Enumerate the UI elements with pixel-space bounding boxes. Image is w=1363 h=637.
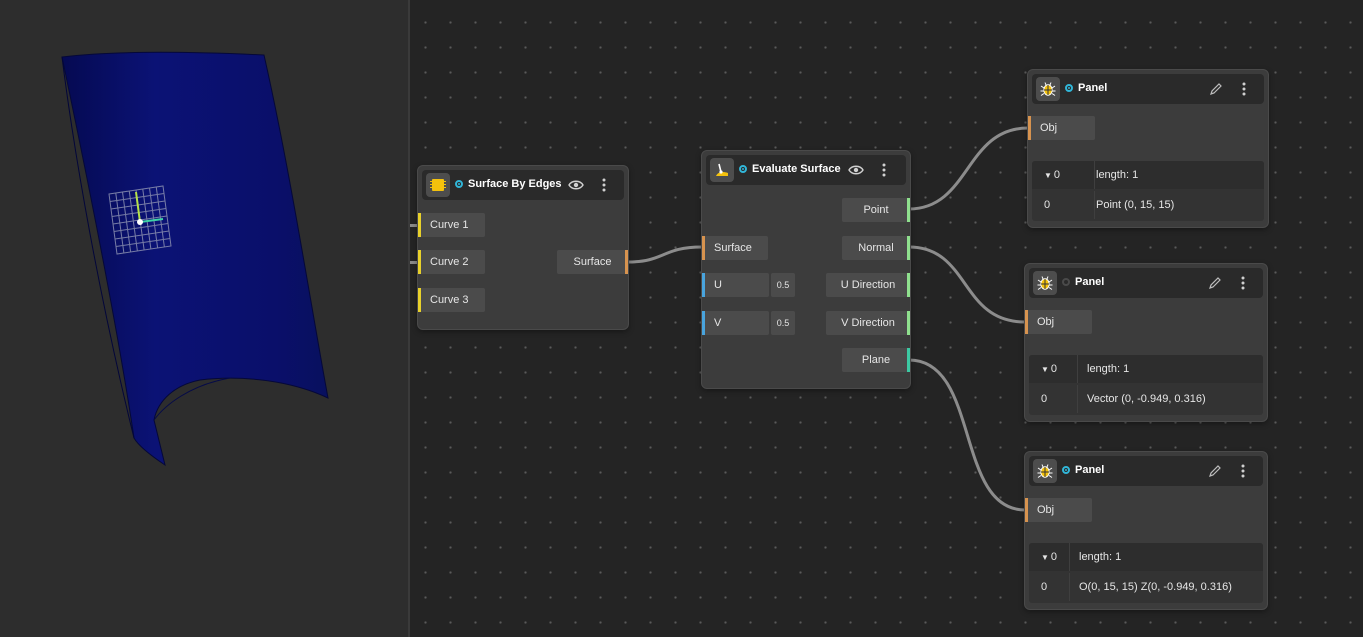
row-value: Point (0, 15, 15) [1096,199,1175,211]
input-port-obj[interactable]: Obj [1025,498,1092,522]
panel-value-row: 0 Point (0, 15, 15) [1032,191,1264,219]
node-panel-normal[interactable]: Panel Obj ▼ 0 length: 1 0 Vector (0, -0.9… [1024,263,1268,422]
panel-value-row: 0 Vector (0, -0.949, 0.316) [1029,385,1263,413]
pencil-icon[interactable] [1205,273,1225,293]
row-value: Vector (0, -0.949, 0.316) [1087,393,1206,405]
v-value-input[interactable]: 0.5 [771,311,795,335]
node-panel-point[interactable]: Panel Obj ▼ 0 length: 1 0 Point (0, 15, 1… [1027,69,1269,228]
panel-branch-row[interactable]: ▼ 0 length: 1 [1029,543,1263,571]
more-vertical-icon[interactable] [1233,273,1253,293]
branch-length: length: 1 [1087,363,1130,375]
branch-length: length: 1 [1079,551,1122,563]
eye-icon[interactable] [846,160,866,180]
node-panel-plane[interactable]: Panel Obj ▼ 0 length: 1 0 O(0, 15, 15) Z(… [1024,451,1268,610]
branch-index: 0 [1050,363,1058,375]
surface-mesh [61,51,329,467]
input-port-obj[interactable]: Obj [1025,310,1092,334]
branch-index: 0 [1050,551,1058,563]
status-indicator[interactable] [739,165,747,173]
pencil-icon[interactable] [1206,79,1226,99]
status-indicator[interactable] [455,180,463,188]
node-title: Panel [1075,276,1105,288]
input-port-obj[interactable]: Obj [1028,116,1095,140]
status-indicator[interactable] [1065,84,1073,92]
more-vertical-icon[interactable] [1234,79,1254,99]
panel-data-table: ▼ 0 length: 1 0 Vector (0, -0.949, 0.316) [1029,355,1263,415]
output-port-plane[interactable]: Plane [842,348,910,372]
node-title: Panel [1075,464,1105,476]
3d-viewport[interactable] [0,0,408,637]
node-title: Evaluate Surface [752,163,841,175]
status-indicator[interactable] [1062,466,1070,474]
eye-icon[interactable] [566,175,586,195]
pencil-icon[interactable] [1205,461,1225,481]
node-header[interactable]: Panel [1032,74,1264,104]
evaluated-point [137,219,143,225]
caret-down-icon[interactable]: ▼ [1044,171,1052,180]
input-port-curve-2[interactable]: Curve 2 [418,250,485,274]
panel-branch-row[interactable]: ▼ 0 length: 1 [1029,355,1263,383]
panel-branch-row[interactable]: ▼ 0 length: 1 [1032,161,1264,189]
row-index: 0 [1041,581,1048,593]
more-vertical-icon[interactable] [594,175,614,195]
row-value: O(0, 15, 15) Z(0, -0.949, 0.316) [1079,581,1232,593]
evaluate-surface-icon [710,158,734,182]
node-title: Panel [1078,82,1108,94]
node-surface-by-edges[interactable]: Surface By Edges Curve 1 Curve 2 Curve 3… [417,165,629,330]
input-port-curve-1[interactable]: Curve 1 [418,213,485,237]
more-vertical-icon[interactable] [1233,461,1253,481]
more-vertical-icon[interactable] [874,160,894,180]
bug-icon [1033,459,1057,483]
bug-icon [1033,271,1057,295]
node-header[interactable]: Panel [1029,268,1263,298]
node-header[interactable]: Surface By Edges [422,170,624,200]
status-indicator[interactable] [1062,278,1070,286]
row-index: 0 [1044,199,1051,211]
panel-value-row: 0 O(0, 15, 15) Z(0, -0.949, 0.316) [1029,573,1263,601]
input-port-v[interactable]: V [702,311,769,335]
node-header[interactable]: Evaluate Surface [706,155,906,185]
output-port-u-direction[interactable]: U Direction [826,273,910,297]
input-port-curve-3[interactable]: Curve 3 [418,288,485,312]
u-value-input[interactable]: 0.5 [771,273,795,297]
node-header[interactable]: Panel [1029,456,1263,486]
row-index: 0 [1041,393,1048,405]
node-evaluate-surface[interactable]: Evaluate Surface Point Surface Normal U … [701,150,911,389]
branch-index: 0 [1053,169,1061,181]
node-title: Surface By Edges [468,178,562,190]
panel-data-table: ▼ 0 length: 1 0 Point (0, 15, 15) [1032,161,1264,221]
input-port-u[interactable]: U [702,273,769,297]
surface-chip-icon [426,173,450,197]
caret-down-icon[interactable]: ▼ [1041,553,1049,562]
panel-data-table: ▼ 0 length: 1 0 O(0, 15, 15) Z(0, -0.949,… [1029,543,1263,603]
output-port-surface[interactable]: Surface [557,250,628,274]
bug-icon [1036,77,1060,101]
caret-down-icon[interactable]: ▼ [1041,365,1049,374]
output-port-point[interactable]: Point [842,198,910,222]
output-port-normal[interactable]: Normal [842,236,910,260]
viewport-scene [61,51,329,467]
branch-length: length: 1 [1096,169,1139,181]
input-port-surface[interactable]: Surface [702,236,768,260]
output-port-v-direction[interactable]: V Direction [826,311,910,335]
